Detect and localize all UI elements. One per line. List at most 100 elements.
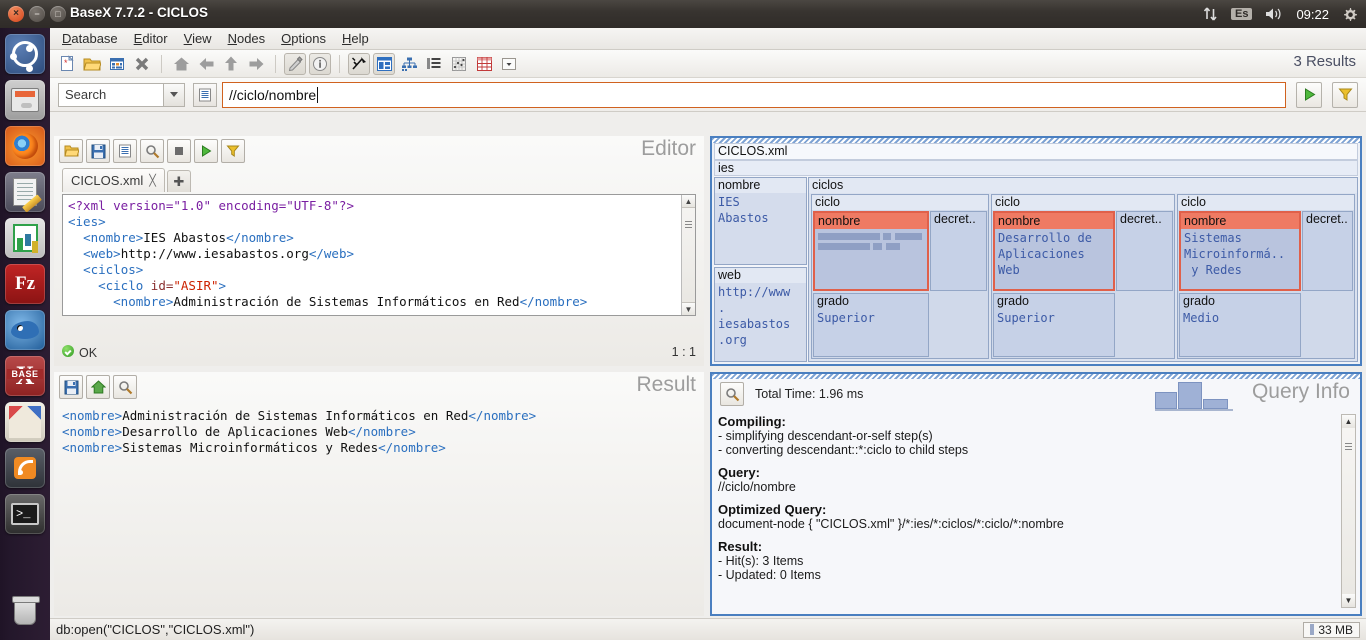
search-mode-dropdown[interactable] [163, 82, 185, 107]
launcher-item-files[interactable] [5, 80, 45, 120]
result-body[interactable]: <nombre>Administración de Sistemas Infor… [62, 408, 696, 612]
menu-view[interactable]: View [177, 29, 219, 48]
map-node-ciclo-3-grado[interactable]: grado Medio [1179, 293, 1301, 357]
menu-view-mnemonic: V [183, 31, 193, 46]
filter-icon[interactable] [221, 139, 245, 163]
find-icon[interactable] [140, 139, 164, 163]
folder-view-icon[interactable] [423, 53, 445, 75]
tree-view-icon[interactable] [398, 53, 420, 75]
volume-icon[interactable] [1265, 7, 1283, 21]
launcher-item-filezilla[interactable]: Fz [5, 264, 45, 304]
open-icon[interactable] [59, 139, 83, 163]
query-info-pane: Total Time: 1.96 ms Query Info Compiling… [710, 372, 1362, 616]
minimize-button[interactable]: − [29, 6, 45, 22]
map-node-ciclo-2-grado[interactable]: grado Superior [993, 293, 1115, 357]
close-tab-icon[interactable]: ╳ [149, 174, 156, 187]
query-history-button[interactable] [193, 82, 217, 107]
go-forward-icon[interactable] [245, 53, 267, 75]
scroll-up-icon[interactable]: ▲ [1342, 415, 1355, 428]
launcher-item-firefox[interactable] [5, 126, 45, 166]
stop-icon[interactable] [167, 139, 191, 163]
scroll-down-icon[interactable]: ▼ [682, 302, 695, 315]
map-node-ciclo-3-decreto[interactable]: decret.. [1302, 211, 1353, 291]
scroll-up-icon[interactable]: ▲ [682, 195, 695, 208]
gear-icon[interactable] [1342, 6, 1358, 22]
network-arrows-icon[interactable] [1203, 7, 1218, 21]
editor-vertical-scrollbar[interactable]: ▲ ▼ [681, 195, 695, 315]
go-back-icon[interactable] [195, 53, 217, 75]
xquery-input[interactable]: //ciclo/nombre [222, 81, 1286, 108]
scroll-thumb[interactable] [685, 221, 692, 230]
map-node-web[interactable]: web http://www . iesabastos .org [714, 267, 807, 362]
close-button[interactable]: × [8, 6, 24, 22]
maximize-button[interactable]: □ [50, 6, 66, 22]
menu-options[interactable]: Options [274, 29, 333, 48]
search-input[interactable]: Search [58, 82, 163, 107]
map-node-ciclo-3[interactable]: ciclo nombre Sistemas Microinformá.. y R… [1177, 194, 1355, 359]
find-icon[interactable] [720, 382, 744, 406]
map-ies-label[interactable]: ies [714, 160, 1358, 176]
scroll-down-icon[interactable]: ▼ [1342, 594, 1355, 607]
save-icon[interactable] [86, 139, 110, 163]
find-icon[interactable] [113, 375, 137, 399]
home-icon[interactable] [86, 375, 110, 399]
home-icon[interactable] [170, 53, 192, 75]
menu-database[interactable]: Database [55, 29, 125, 48]
database-icon[interactable] [106, 53, 128, 75]
launcher-item-rss-reader[interactable] [5, 448, 45, 488]
map-view-icon[interactable] [373, 52, 395, 75]
map-node-ciclo-2-nombre[interactable]: nombre Desarrollo de Aplicaciones Web [993, 211, 1115, 291]
map-node-ciclo-3-nombre[interactable]: nombre Sistemas Microinformá.. y Redes [1179, 211, 1301, 291]
new-document-icon[interactable]: * [56, 53, 78, 75]
map-node-nombre[interactable]: nombre IES Abastos [714, 177, 807, 265]
query-info-body[interactable]: Compiling: - simplifying descendant-or-s… [718, 414, 1338, 608]
menu-editor[interactable]: Editor [127, 29, 175, 48]
view-dropdown-icon[interactable] [498, 53, 520, 75]
query-info-scrollbar[interactable]: ▲ ▼ [1341, 414, 1356, 608]
launcher-item-trash[interactable] [5, 592, 45, 632]
clock[interactable]: 09:22 [1296, 7, 1329, 22]
map-node-ciclos[interactable]: ciclos ciclo nombre decret.. grado Super… [808, 177, 1358, 362]
add-tab-icon[interactable]: ✚ [166, 170, 191, 192]
launcher-item-text-editor[interactable] [5, 172, 45, 212]
close-database-icon[interactable] [131, 53, 153, 75]
map-node-ciclo-2-decreto[interactable]: decret.. [1116, 211, 1173, 291]
save-as-icon[interactable] [113, 139, 137, 163]
memory-bar-icon [1310, 624, 1315, 635]
map-view[interactable]: CICLOS.xml ies nombre IES Abastos web ht… [710, 136, 1362, 366]
map-node-ciclo-1-grado[interactable]: grado Superior [813, 293, 929, 357]
launcher-item-pidgin[interactable] [5, 310, 45, 350]
run-query-button[interactable] [1296, 81, 1322, 108]
scroll-thumb[interactable] [1345, 443, 1352, 452]
edit-pencil-icon[interactable] [284, 52, 306, 75]
launcher-item-terminal[interactable]: >_ [5, 494, 45, 534]
table-view-icon[interactable] [473, 53, 495, 75]
launcher-item-basex[interactable]: X BASE [5, 356, 45, 396]
menu-nodes[interactable]: Nodes [221, 29, 273, 48]
result-line: <nombre>Administración de Sistemas Infor… [62, 408, 696, 424]
map-view-pane: CICLOS.xml ies nombre IES Abastos web ht… [710, 136, 1362, 366]
launcher-item-ubuntu-dash[interactable] [5, 34, 45, 74]
chevron-down-icon [170, 92, 178, 97]
run-icon[interactable] [194, 139, 218, 163]
launcher-item-mosaic[interactable] [5, 402, 45, 442]
map-node-ciclo-2[interactable]: ciclo nombre Desarrollo de Aplicaciones … [991, 194, 1175, 359]
keyboard-layout-indicator[interactable]: Es [1230, 8, 1253, 20]
launcher-item-libreoffice-calc[interactable] [5, 218, 45, 258]
map-root-label[interactable]: CICLOS.xml [714, 143, 1358, 160]
menu-help[interactable]: Help [335, 29, 376, 48]
map-node-ciclo-1-decreto[interactable]: decret.. [930, 211, 987, 291]
memory-usage[interactable]: 33 MB [1303, 621, 1360, 638]
go-up-icon[interactable] [220, 53, 242, 75]
editor-status-text: OK [79, 345, 98, 360]
plot-view-icon[interactable] [448, 53, 470, 75]
info-icon[interactable] [309, 52, 331, 75]
save-result-icon[interactable] [59, 375, 83, 399]
map-node-ciclo-1[interactable]: ciclo nombre decret.. grado Superior [811, 194, 989, 359]
editor-code-area[interactable]: <?xml version="1.0" encoding="UTF-8"?> <… [62, 194, 696, 316]
filter-results-button[interactable] [1332, 81, 1358, 108]
editor-tab-ciclos-xml[interactable]: CICLOS.xml ╳ [62, 168, 165, 192]
open-folder-icon[interactable] [81, 53, 103, 75]
realtime-execution-icon[interactable] [348, 52, 370, 75]
map-node-ciclo-1-nombre[interactable]: nombre [813, 211, 929, 291]
